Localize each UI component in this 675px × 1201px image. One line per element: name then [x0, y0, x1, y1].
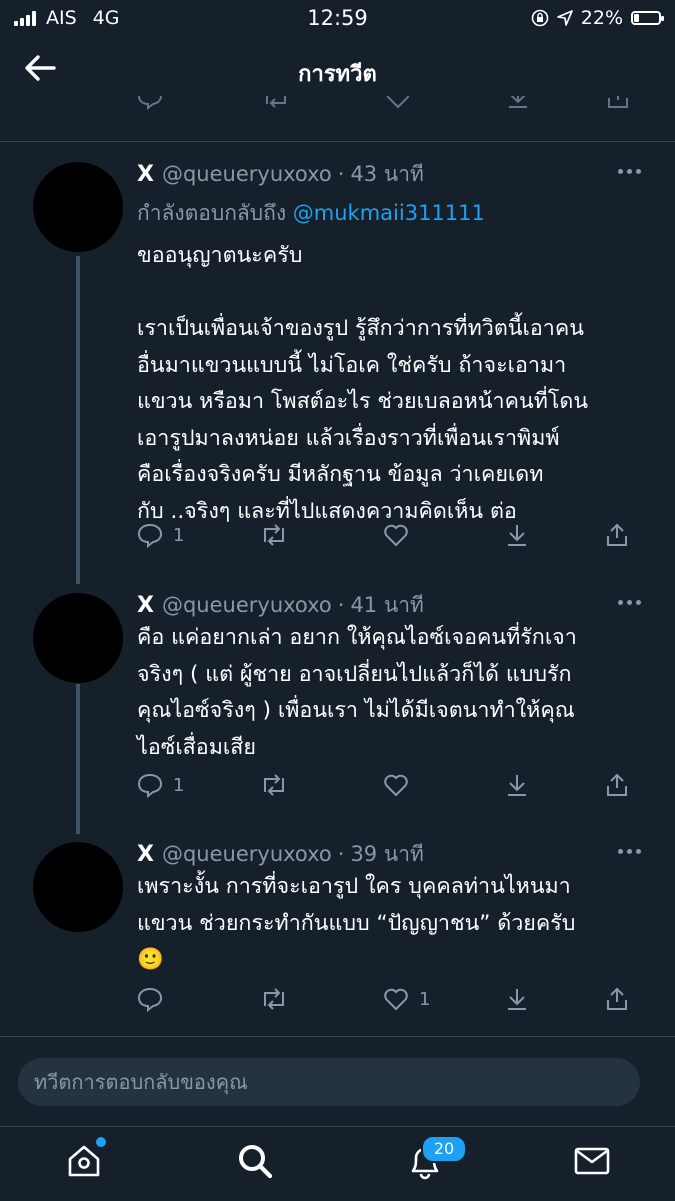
battery-icon [631, 11, 664, 25]
separator-dot: · [337, 593, 345, 617]
retweet-icon[interactable] [262, 96, 290, 110]
tweet-text: คือ แค่อยากเล่า อยาก ให้คุณไอซ์เจอคนที่ร… [137, 625, 577, 760]
like-icon [384, 988, 408, 1011]
like-button[interactable] [383, 522, 419, 548]
new-content-dot [96, 1137, 106, 1147]
tweet: X @queueryuxoxo · 43 นาที กำลังตอบกลับถึ… [0, 159, 675, 554]
reply-prefix: กำลังตอบกลับถึง [137, 201, 287, 225]
download-button[interactable] [504, 522, 530, 548]
timestamp: 41 นาที [350, 592, 424, 617]
like-icon [384, 524, 408, 547]
status-bar: AIS 4G 12:59 22% [0, 0, 675, 36]
like-icon [384, 774, 408, 797]
messages-icon [574, 1147, 610, 1175]
more-icon[interactable] [618, 169, 641, 174]
retweet-icon [264, 774, 284, 796]
location-icon [556, 10, 573, 26]
tweet-header: X @queueryuxoxo · 39 นาที [137, 839, 424, 869]
separator-dot: · [337, 162, 345, 186]
reply-button[interactable]: 1 [137, 772, 184, 798]
orientation-lock-icon [531, 9, 549, 27]
battery-percent: 22% [580, 7, 623, 29]
reply-icon [137, 987, 163, 1012]
retweet-button[interactable] [260, 522, 298, 548]
tweet-header: X @queueryuxoxo · 41 นาที [137, 590, 424, 620]
reply-context: กำลังตอบกลับถึง @mukmaii311111 [137, 197, 485, 230]
download-icon [508, 525, 526, 546]
retweet-icon [264, 524, 284, 546]
retweet-button[interactable] [260, 986, 298, 1012]
tab-messages[interactable] [572, 1141, 612, 1181]
tweet: X @queueryuxoxo · 41 นาที คือ แค่อยากเล่… [0, 590, 675, 810]
handle[interactable]: @queueryuxoxo [162, 593, 332, 617]
display-name[interactable]: X [137, 593, 154, 618]
reply-input[interactable] [18, 1058, 640, 1106]
page-title: การทวีต [298, 62, 377, 87]
header: การทวีต [0, 36, 675, 100]
separator-dot: · [337, 842, 345, 866]
tab-home[interactable] [64, 1137, 106, 1181]
reply-count: 1 [173, 774, 185, 796]
tweet: X @queueryuxoxo · 39 นาที เพราะงั้น การท… [0, 839, 675, 1019]
display-name[interactable]: X [137, 842, 154, 867]
avatar[interactable] [33, 162, 123, 252]
previous-tweet-actions [0, 96, 675, 118]
reply-icon [137, 523, 163, 548]
more-icon[interactable] [618, 600, 641, 605]
tweet-actions: 1 [137, 772, 657, 802]
tweet-text: เพราะงั้น การที่จะเอารูป ใคร บุคคลท่านไห… [137, 874, 576, 972]
reply-icon [137, 773, 163, 798]
share-button[interactable] [604, 522, 630, 548]
avatar[interactable] [33, 842, 123, 932]
reply-mention[interactable]: @mukmaii311111 [293, 201, 485, 225]
tweet-header: X @queueryuxoxo · 43 นาที [137, 159, 424, 189]
share-icon[interactable] [605, 96, 631, 110]
download-icon [508, 989, 526, 1010]
like-button[interactable]: 1 [383, 986, 430, 1012]
notifications-badge: 20 [421, 1135, 467, 1163]
retweet-button[interactable] [260, 772, 298, 798]
more-icon[interactable] [618, 849, 641, 854]
tab-search[interactable] [235, 1141, 275, 1181]
download-button[interactable] [504, 772, 530, 798]
download-icon[interactable] [505, 96, 531, 110]
share-icon [607, 773, 627, 796]
share-button[interactable] [604, 772, 630, 798]
timestamp: 39 นาที [350, 841, 424, 866]
tab-bar: 20 [0, 1126, 675, 1201]
like-icon[interactable] [385, 96, 411, 110]
tweet-actions: 1 [137, 986, 657, 1016]
share-icon [607, 987, 627, 1010]
download-button[interactable] [504, 986, 530, 1012]
handle[interactable]: @queueryuxoxo [162, 842, 332, 866]
reply-button[interactable] [137, 986, 173, 1012]
retweet-icon [264, 988, 284, 1010]
download-icon [508, 775, 526, 796]
like-button[interactable] [383, 772, 419, 798]
tweet-actions: 1 [137, 522, 657, 552]
reply-icon[interactable] [137, 96, 163, 110]
share-button[interactable] [604, 986, 630, 1012]
like-count: 1 [419, 988, 431, 1010]
timestamp: 43 นาที [350, 161, 424, 186]
reply-bar [0, 1036, 675, 1127]
share-icon [607, 523, 627, 546]
tweet-text: ขออนุญาตนะครับ เราเป็นเพื่อนเจ้าของรูป ร… [137, 243, 589, 524]
avatar[interactable] [33, 593, 123, 683]
home-icon [68, 1145, 100, 1177]
divider [0, 141, 675, 142]
handle[interactable]: @queueryuxoxo [162, 162, 332, 186]
search-icon [239, 1145, 273, 1179]
display-name[interactable]: X [137, 162, 154, 187]
reply-count: 1 [173, 524, 185, 546]
reply-button[interactable]: 1 [137, 522, 184, 548]
tab-notifications[interactable]: 20 [405, 1135, 467, 1181]
